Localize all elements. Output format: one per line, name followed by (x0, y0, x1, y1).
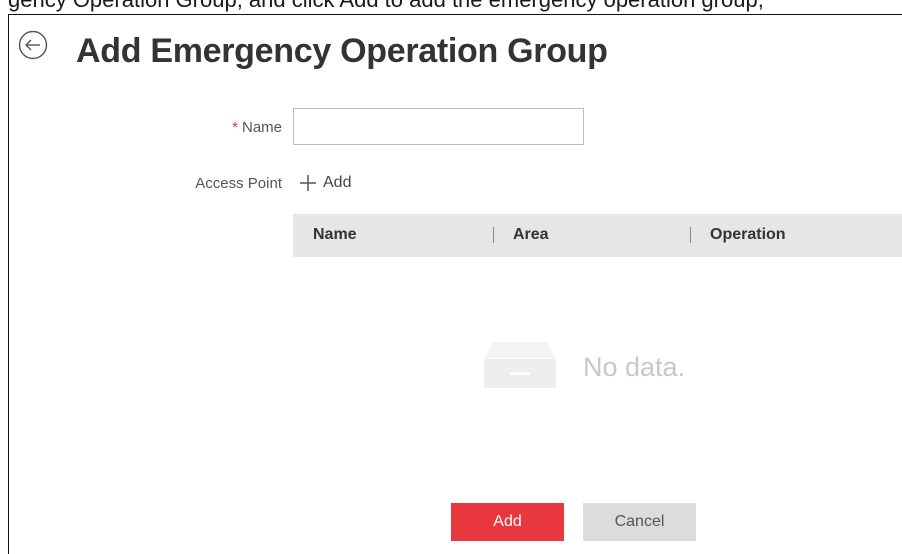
empty-state-text: No data. (583, 352, 686, 382)
add-button[interactable]: Add (451, 503, 564, 541)
column-header-operation[interactable]: Operation (710, 226, 786, 244)
add-access-point-button[interactable]: Add (299, 172, 351, 194)
empty-box-icon (484, 342, 556, 388)
column-header-area[interactable]: Area (513, 226, 549, 244)
back-button[interactable] (18, 30, 48, 60)
page-title: Add Emergency Operation Group (76, 32, 608, 70)
back-arrow-icon (18, 30, 48, 60)
name-label: * Name (232, 119, 282, 136)
column-divider[interactable] (690, 227, 691, 243)
dialog-frame (8, 14, 902, 554)
caption-text: gency Operation Group, and click Add to … (8, 0, 764, 13)
plus-icon (300, 175, 316, 191)
add-access-point-label: Add (323, 174, 352, 191)
required-mark: * (232, 119, 238, 136)
name-label-text: Name (241, 119, 282, 136)
access-point-table-header: Name Area Operation (293, 214, 902, 257)
cancel-button[interactable]: Cancel (583, 503, 696, 541)
column-header-name[interactable]: Name (313, 226, 357, 244)
access-point-label: Access Point (195, 175, 282, 192)
document-caption: gency Operation Group, and click Add to … (0, 0, 902, 14)
column-divider[interactable] (493, 227, 494, 243)
name-input[interactable] (293, 108, 584, 145)
